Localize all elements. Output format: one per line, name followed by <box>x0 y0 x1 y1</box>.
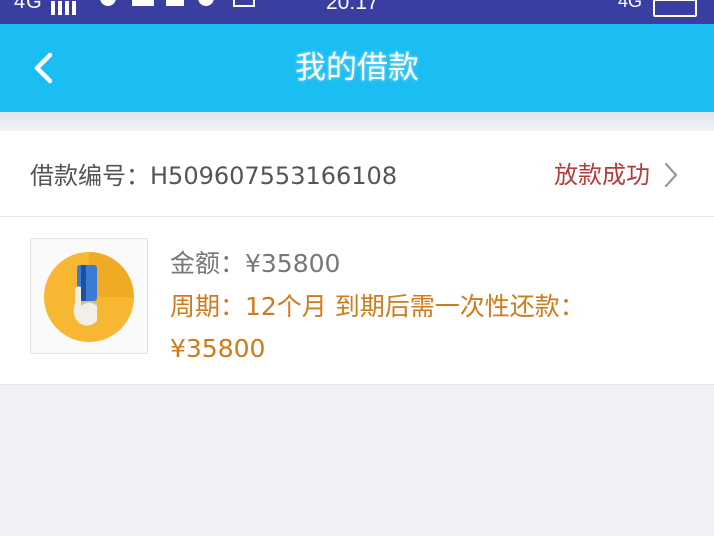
battery-icon <box>653 0 698 17</box>
signal-indicator: 4G <box>14 0 89 15</box>
app-bar: 我的借款 <box>0 24 714 112</box>
network-right: 4G <box>618 0 698 17</box>
status-time: 20:17 <box>326 0 379 14</box>
loan-status[interactable]: 放款成功 <box>554 155 650 190</box>
network-type-label: 4G <box>14 0 43 13</box>
loan-period: 周期：12个月 到期后需一次性还款：¥35800 <box>170 292 585 363</box>
loan-number-value: H509607553166108 <box>150 162 398 190</box>
signal-bars-icon <box>51 1 77 15</box>
network-right-label: 4G <box>618 0 643 11</box>
loan-card[interactable]: 借款编号：H509607553166108 放款成功 金额：¥35800 周期：… <box>0 131 714 385</box>
loan-thumbnail <box>30 238 148 354</box>
page-title: 我的借款 <box>295 50 419 86</box>
loan-number: 借款编号：H509607553166108 <box>30 156 397 191</box>
header-shadow <box>0 112 714 130</box>
chevron-right-icon[interactable] <box>662 161 680 189</box>
status-bar: 4G 20:17 4G <box>0 0 714 24</box>
loan-number-label: 借款编号： <box>30 162 150 190</box>
loan-header-row[interactable]: 借款编号：H509607553166108 放款成功 <box>0 131 714 217</box>
payment-card-icon <box>44 252 134 342</box>
notification-icons <box>100 0 255 7</box>
loan-amount: 金额：¥35800 <box>170 249 341 278</box>
